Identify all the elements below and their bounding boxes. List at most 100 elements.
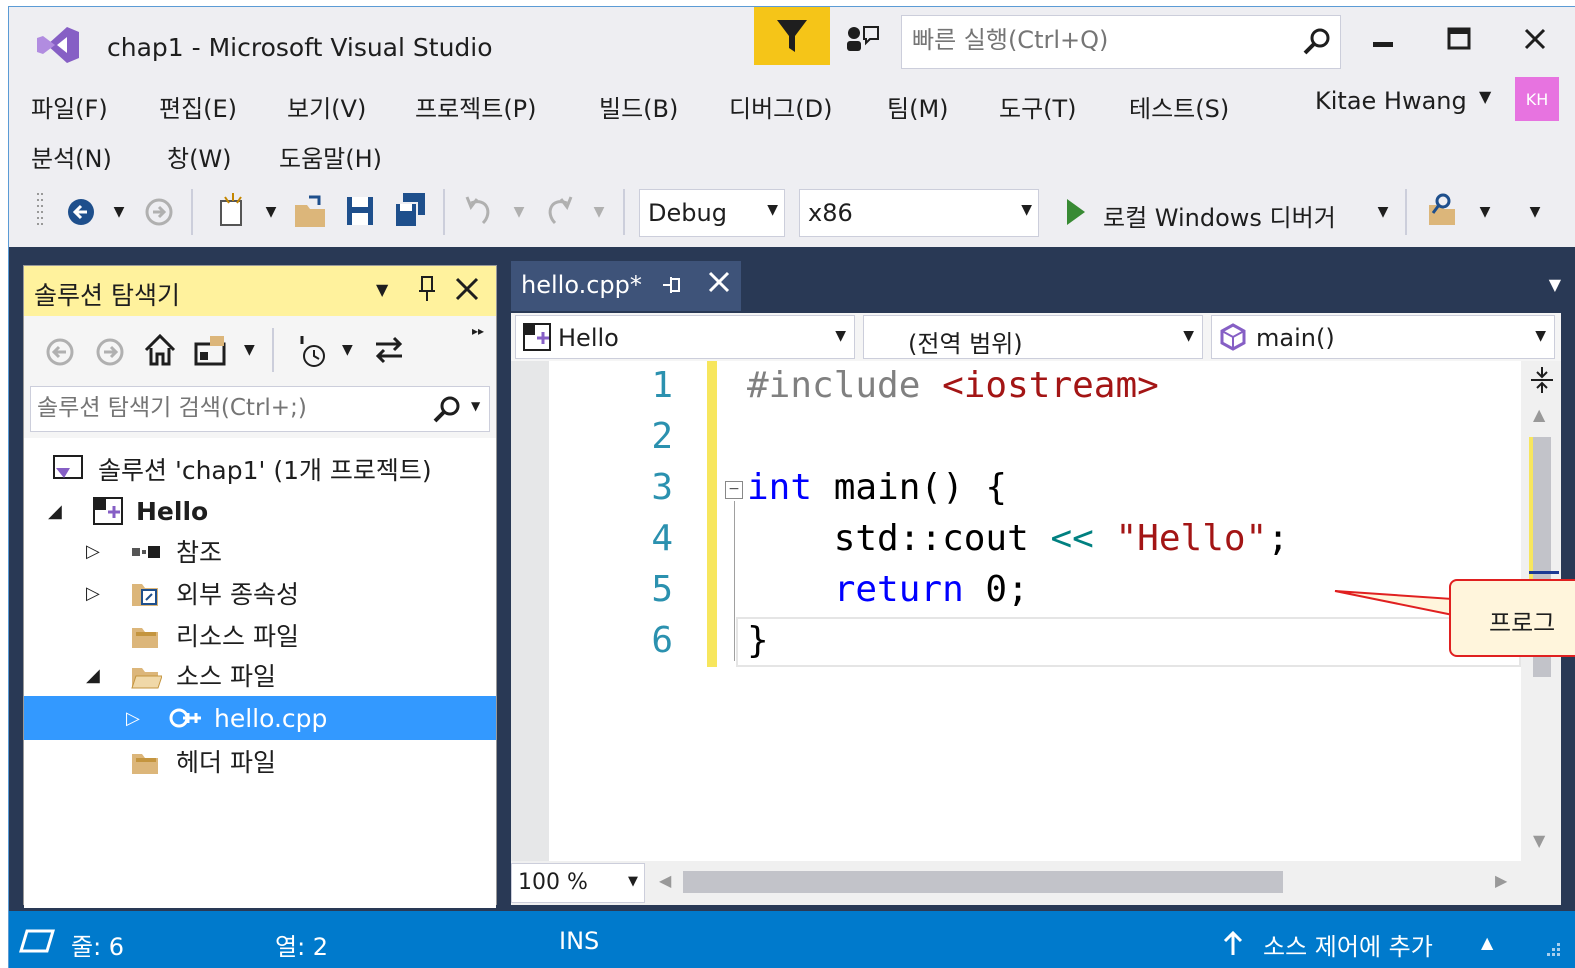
undo-icon[interactable] xyxy=(461,183,497,241)
tree-node-references[interactable]: ▷ 참조 xyxy=(24,530,496,572)
outline-collapse-icon[interactable]: − xyxy=(725,481,743,499)
menu-window[interactable]: 창(W) xyxy=(167,139,232,174)
expand-arrow-icon[interactable]: ▷ xyxy=(86,541,100,562)
solution-configuration-select[interactable]: Debug ▼ xyxy=(639,189,785,237)
toolbar-separator xyxy=(272,328,274,372)
tree-node-header-files[interactable]: 헤더 파일 xyxy=(24,740,496,782)
zoom-level-select[interactable]: 100 % ▼ xyxy=(511,863,645,903)
menu-project[interactable]: 프로젝트(P) xyxy=(415,89,537,124)
scope-dropdown[interactable]: (전역 범위) ▼ xyxy=(863,315,1203,359)
debug-target-dropdown-icon[interactable]: ▼ xyxy=(1373,183,1393,241)
start-debugging-button[interactable]: 로컬 Windows 디버거 xyxy=(1103,198,1336,233)
back-dropdown-icon[interactable]: ▼ xyxy=(109,183,129,241)
switch-views-icon[interactable] xyxy=(192,332,232,368)
tree-node-external-dependencies[interactable]: ▷ 외부 종속성 xyxy=(24,572,496,614)
redo-icon[interactable] xyxy=(541,183,577,241)
forward-icon[interactable] xyxy=(143,183,175,241)
external-dependencies-icon xyxy=(132,584,158,606)
collapse-arrow-icon[interactable]: ◢ xyxy=(86,665,100,686)
toolbar-overflow-icon[interactable]: ▼ xyxy=(1525,183,1545,241)
member-dropdown[interactable]: main() ▼ xyxy=(1211,315,1555,359)
quick-launch-box[interactable] xyxy=(901,15,1341,69)
funnel-icon xyxy=(777,20,807,52)
code-text: main() { xyxy=(812,467,1008,508)
menu-debug[interactable]: 디버그(D) xyxy=(729,89,832,124)
solution-search-box[interactable]: ▼ xyxy=(30,386,490,432)
tree-node-project[interactable]: ◢ Hello xyxy=(24,490,496,532)
toolbar-options-icon[interactable]: ▼ xyxy=(1475,183,1495,241)
menu-team[interactable]: 팀(M) xyxy=(887,89,949,124)
open-file-icon[interactable] xyxy=(291,183,329,241)
search-icon xyxy=(1303,28,1330,55)
chevron-down-icon[interactable]: ▼ xyxy=(1479,87,1491,106)
pin-icon[interactable] xyxy=(416,274,438,304)
menu-edit[interactable]: 편집(E) xyxy=(159,89,237,124)
expand-arrow-icon[interactable]: ▷ xyxy=(86,583,100,604)
scroll-right-icon[interactable]: ▶ xyxy=(1495,871,1507,890)
add-to-source-control-button[interactable]: 소스 제어에 추가 xyxy=(1263,927,1433,962)
toolbar-grip-icon[interactable] xyxy=(35,183,47,241)
new-project-icon[interactable] xyxy=(213,183,249,241)
scroll-left-icon[interactable]: ◀ xyxy=(659,871,671,890)
solution-search-input[interactable] xyxy=(37,395,417,421)
collapse-arrow-icon[interactable]: ◢ xyxy=(48,501,62,522)
forward-icon[interactable] xyxy=(94,336,126,368)
menu-help[interactable]: 도움말(H) xyxy=(279,139,382,174)
home-icon[interactable] xyxy=(142,332,178,368)
pending-changes-filter-icon[interactable] xyxy=(294,332,334,370)
search-options-icon[interactable]: ▼ xyxy=(471,399,480,413)
save-icon[interactable] xyxy=(343,183,377,241)
tree-node-source-files[interactable]: ◢ 소스 파일 xyxy=(24,654,496,696)
document-tab-hello-cpp[interactable]: hello.cpp* xyxy=(511,261,741,311)
expand-arrow-icon[interactable]: ▷ xyxy=(126,708,140,729)
menu-test[interactable]: 테스트(S) xyxy=(1129,89,1229,124)
tab-overflow-icon[interactable]: ▼ xyxy=(1549,275,1561,294)
scroll-up-icon[interactable]: ▲ xyxy=(1533,405,1545,424)
avatar[interactable]: KH xyxy=(1515,77,1559,121)
undo-dropdown-icon[interactable]: ▼ xyxy=(509,183,529,241)
close-window-button[interactable] xyxy=(1507,17,1563,61)
sync-with-document-icon[interactable] xyxy=(370,332,408,368)
save-all-icon[interactable] xyxy=(391,183,429,241)
tree-node-hello-cpp[interactable]: ▷ hello.cpp xyxy=(24,696,496,740)
window-position-icon[interactable]: ▼ xyxy=(376,280,388,299)
scope-dropdown-value: (전역 범위) xyxy=(908,330,1023,358)
menu-view[interactable]: 보기(V) xyxy=(287,89,366,124)
feedback-icon[interactable] xyxy=(844,23,880,55)
menu-analyze[interactable]: 분석(N) xyxy=(31,139,112,174)
split-window-icon[interactable] xyxy=(1529,365,1555,395)
horizontal-scrollbar-thumb[interactable] xyxy=(683,871,1283,893)
back-icon[interactable] xyxy=(44,336,76,368)
close-tab-icon[interactable] xyxy=(707,267,731,299)
tree-node-label: 리소스 파일 xyxy=(176,622,299,651)
redo-dropdown-icon[interactable]: ▼ xyxy=(589,183,609,241)
pin-tab-icon[interactable] xyxy=(661,271,683,301)
status-bar: 줄: 6 열: 2 INS 소스 제어에 추가 ▲ xyxy=(9,911,1575,968)
new-project-dropdown-icon[interactable]: ▼ xyxy=(261,183,281,241)
resize-grip-icon[interactable] xyxy=(1541,939,1563,961)
quick-launch-input[interactable] xyxy=(912,26,1292,54)
close-icon[interactable] xyxy=(454,274,480,304)
start-debugging-icon[interactable] xyxy=(1061,183,1091,241)
project-dropdown[interactable]: Hello ▼ xyxy=(515,315,855,359)
arrow-up-icon[interactable] xyxy=(1221,929,1245,957)
toolbar-overflow-icon[interactable]: ▸▸ xyxy=(472,324,484,338)
editor-bottom-bar: 100 % ▼ ◀ ▶ xyxy=(511,861,1561,905)
tree-node-solution[interactable]: 솔루션 'chap1' (1개 프로젝트) xyxy=(24,448,496,490)
notification-filter-button[interactable] xyxy=(754,7,830,65)
switch-views-dropdown-icon[interactable]: ▼ xyxy=(244,342,255,358)
filter-dropdown-icon[interactable]: ▼ xyxy=(342,342,353,358)
account-name[interactable]: Kitae Hwang xyxy=(1315,87,1467,115)
navigation-bar: Hello ▼ (전역 범위) ▼ main() ▼ xyxy=(511,313,1561,361)
menu-build[interactable]: 빌드(B) xyxy=(599,89,678,124)
menu-tools[interactable]: 도구(T) xyxy=(999,89,1077,124)
maximize-button[interactable] xyxy=(1431,17,1487,61)
find-in-files-icon[interactable] xyxy=(1423,183,1459,241)
menu-file[interactable]: 파일(F) xyxy=(31,89,108,124)
solution-platform-select[interactable]: x86 ▼ xyxy=(799,189,1039,237)
back-icon[interactable] xyxy=(65,183,97,241)
minimize-button[interactable] xyxy=(1355,17,1411,61)
chevron-up-icon[interactable]: ▲ xyxy=(1481,933,1493,952)
scroll-down-icon[interactable]: ▼ xyxy=(1533,831,1545,850)
tree-node-resource-files[interactable]: 리소스 파일 xyxy=(24,614,496,656)
